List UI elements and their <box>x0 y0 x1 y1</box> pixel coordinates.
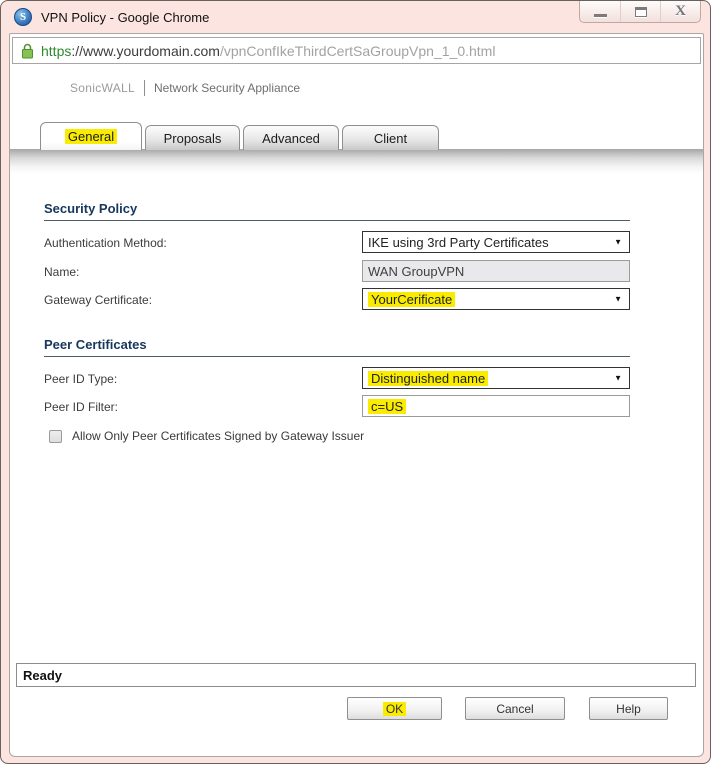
url-path: /vpnConfIkeThirdCertSaGroupVpn_1_0.html <box>219 42 496 59</box>
minimize-icon <box>593 14 607 17</box>
tab-proposals-label: Proposals <box>163 130 222 146</box>
peer-id-type-select[interactable]: Distinguished name ▼ <box>362 367 630 389</box>
security-policy-heading: Security Policy <box>44 201 138 216</box>
name-value: WAN GroupVPN <box>368 263 465 279</box>
cancel-button-label: Cancel <box>496 701 534 716</box>
close-button[interactable]: X <box>660 1 700 22</box>
peer-certificates-heading: Peer Certificates <box>44 337 147 352</box>
close-icon: X <box>675 3 686 19</box>
name-field: WAN GroupVPN <box>362 260 630 282</box>
peer-certificates-rule <box>44 356 630 357</box>
help-button-label: Help <box>616 701 641 716</box>
maximize-button[interactable] <box>620 1 660 22</box>
signed-by-issuer-checkbox[interactable] <box>49 429 62 443</box>
maximize-icon <box>634 6 647 17</box>
tab-general[interactable]: General <box>40 122 142 150</box>
peer-id-type-label: Peer ID Type: <box>44 372 118 386</box>
auth-method-label: Authentication Method: <box>44 236 167 250</box>
tab-general-label: General <box>64 129 118 144</box>
window-controls: X <box>579 1 701 23</box>
auth-method-select-wrap: IKE using 3rd Party Certificates ▼ <box>362 231 630 253</box>
tab-band-divider <box>10 149 703 174</box>
gateway-cert-value: YourCerificate <box>368 291 456 307</box>
minimize-button[interactable] <box>580 1 620 22</box>
auth-method-value: IKE using 3rd Party Certificates <box>368 234 549 250</box>
peer-id-type-value: Distinguished name <box>368 370 489 386</box>
status-bar: Ready <box>16 663 696 687</box>
gateway-cert-label: Gateway Certificate: <box>44 293 153 307</box>
brand-header: SonicWALL Network Security Appliance <box>70 79 300 96</box>
name-field-wrap: WAN GroupVPN <box>362 260 630 282</box>
cancel-button[interactable]: Cancel <box>465 697 565 720</box>
peer-id-type-select-wrap: Distinguished name ▼ <box>362 367 630 389</box>
peer-id-filter-input-wrap: c=US <box>362 395 630 417</box>
help-button[interactable]: Help <box>589 697 668 720</box>
security-policy-rule <box>44 220 630 221</box>
url-scheme: https <box>41 42 72 59</box>
gateway-cert-select[interactable]: YourCerificate ▼ <box>362 288 630 310</box>
peer-id-filter-value: c=US <box>368 398 407 414</box>
secure-lock-icon <box>22 43 33 58</box>
peer-id-filter-label: Peer ID Filter: <box>44 400 119 414</box>
brand-divider <box>143 79 145 96</box>
chevron-down-icon: ▼ <box>614 237 622 247</box>
url-domain: www.yourdomain.com <box>83 42 220 59</box>
sonicwall-shield-icon: S <box>14 8 32 26</box>
brand-name: SonicWALL <box>70 80 135 95</box>
tab-proposals[interactable]: Proposals <box>145 125 240 150</box>
tab-client-label: Client <box>373 130 408 146</box>
peer-id-filter-input[interactable]: c=US <box>362 395 630 417</box>
url-separator: :// <box>71 42 84 59</box>
url-bar[interactable]: https://www.yourdomain.com/vpnConfIkeThi… <box>12 37 701 64</box>
tab-advanced[interactable]: Advanced <box>243 125 339 150</box>
brand-product: Network Security Appliance <box>153 80 301 95</box>
url-text: https://www.yourdomain.com/vpnConfIkeThi… <box>41 43 495 59</box>
ok-button-label: OK <box>382 701 407 716</box>
window-title: VPN Policy - Google Chrome <box>41 10 210 25</box>
chevron-down-icon: ▼ <box>614 373 622 383</box>
vpn-policy-popup-window: S VPN Policy - Google Chrome X https://w… <box>0 0 711 764</box>
tab-bar: General Proposals Advanced Client <box>40 122 439 150</box>
title-bar[interactable]: S VPN Policy - Google Chrome X <box>1 1 710 33</box>
signed-by-issuer-label: Allow Only Peer Certificates Signed by G… <box>72 429 365 443</box>
content-area: https://www.yourdomain.com/vpnConfIkeThi… <box>9 33 704 757</box>
name-label: Name: <box>44 265 80 279</box>
chevron-down-icon: ▼ <box>614 294 622 304</box>
tab-advanced-label: Advanced <box>262 130 320 146</box>
tab-client[interactable]: Client <box>342 125 439 150</box>
gateway-cert-select-wrap: YourCerificate ▼ <box>362 288 630 310</box>
ok-button[interactable]: OK <box>347 697 442 720</box>
auth-method-select[interactable]: IKE using 3rd Party Certificates ▼ <box>362 231 630 253</box>
status-text: Ready <box>23 667 63 683</box>
signed-by-issuer-row: Allow Only Peer Certificates Signed by G… <box>49 429 364 443</box>
